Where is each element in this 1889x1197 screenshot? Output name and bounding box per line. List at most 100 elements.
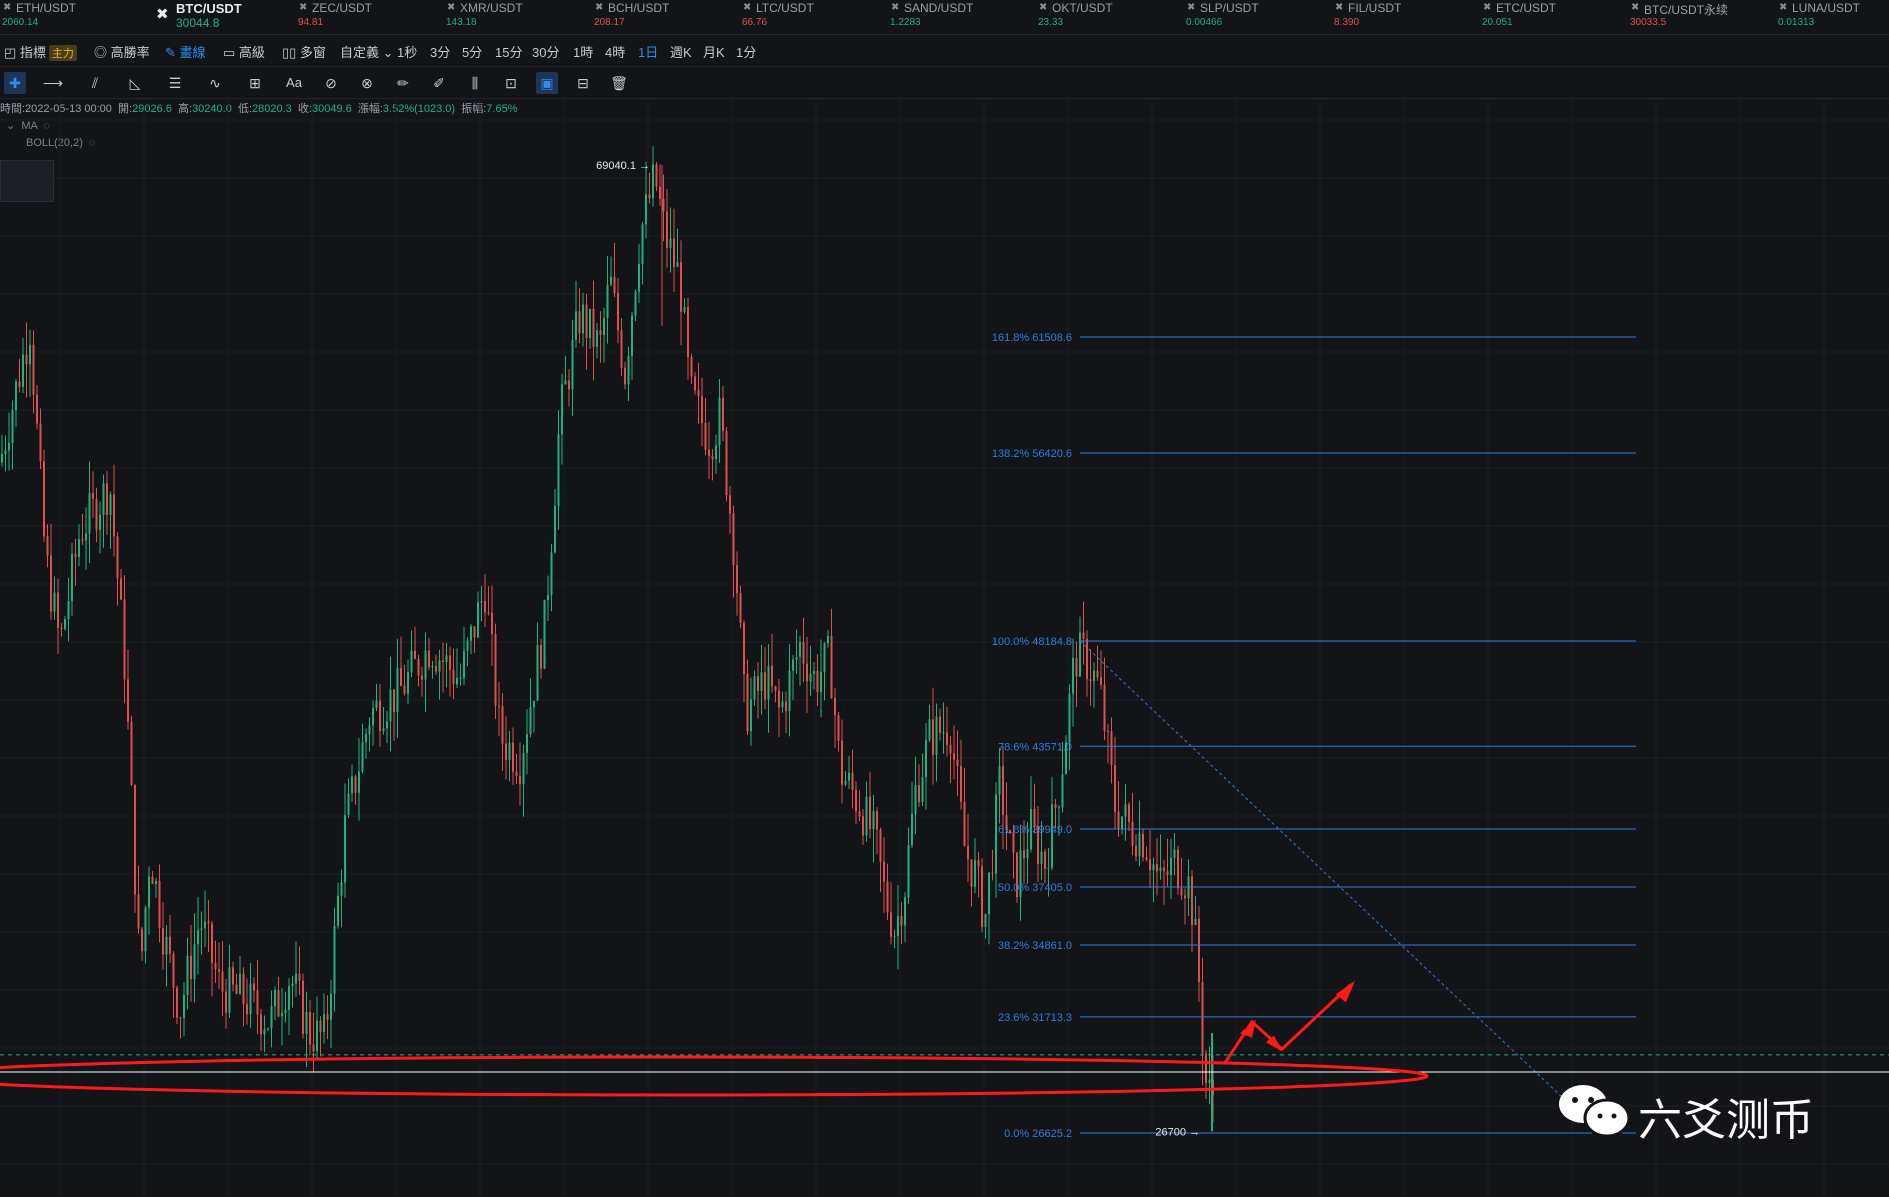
candle-body [491,612,493,634]
candle-body [830,635,833,699]
candle-body [473,626,476,638]
candle-body [382,728,385,732]
candle-body [256,990,259,1015]
candle-body [172,953,175,988]
candle-body [1079,632,1081,677]
price-chart[interactable]: 161.8% 61508.6 138.2% 56420.6 100.0% 48184… [0,100,1889,1197]
candle-body [200,928,203,931]
interval-10[interactable]: 1分 [736,42,756,61]
ticker-item[interactable]: ✖ FIL/USDT 8.390 [1332,0,1480,34]
ticker-item[interactable]: ✖ BTC/USDT永续 30033.5 [1628,0,1776,34]
candle-body [204,921,206,929]
visibility-icon[interactable]: ▣ [536,72,558,94]
win-rate-button[interactable]: ◎ 高勝率 [94,42,150,61]
candle-body [813,671,815,675]
candle-body [928,719,931,740]
settings-icon[interactable]: ⊟ [572,72,594,94]
candle-body [960,765,962,802]
candle-body [932,719,934,755]
crosshair-icon[interactable]: ✚ [4,72,26,94]
interval-5[interactable]: 1時 [573,42,593,61]
interval-3[interactable]: 15分 [495,42,522,61]
candle-body [662,199,665,212]
trend-line-icon[interactable]: ⫽ [84,72,106,94]
candle-body [991,872,994,874]
interval-1[interactable]: 3分 [430,42,450,61]
ticker-item[interactable]: ✖ LTC/USDT 66.76 [740,0,888,34]
ticker-item[interactable]: ✖ ZEC/USDT 94.81 [296,0,444,34]
candle-body [617,293,619,331]
parallel-lines-icon[interactable]: ☰ [164,72,186,94]
symbol-ticker-bar: ✖ ETH/USDT 2060.14 ✖ BTC/USDT 30044.8 ✖ ZEC/USD… [0,0,1889,35]
candle-body [956,759,959,766]
magnet-icon[interactable]: ⊘ [320,72,342,94]
candle-body [550,552,553,596]
interval-0[interactable]: 1秒 [397,42,417,61]
interval-8[interactable]: 週K [670,42,692,61]
candle-body [193,944,196,980]
candle-body [197,930,199,945]
candle-body [298,973,301,981]
ticker-item[interactable]: ✖ LUNA/USDT 0.01313 [1776,0,1889,34]
candle-body [575,311,577,340]
chart-toolbar: ◰ 指標 主力 ◎ 高勝率 ✎ 畫線 ▭ 高級 ▯▯ 多窗 自定義 ⌄ 1秒 3分 5… [0,36,1889,92]
candle-body [722,398,724,432]
candle-body [498,705,500,707]
candle-body [302,980,304,1034]
candle-body [1110,731,1113,766]
draw-button[interactable]: ✎ 畫線 [165,42,206,61]
candle-body [456,678,458,685]
candle-body [1044,851,1046,869]
candle-body [487,612,490,614]
ticker-item[interactable]: ✖ SAND/USDT 1.2283 [888,0,1036,34]
ticker-item[interactable]: ✖ BCH/USDT 208.17 [592,0,740,34]
candle-body [291,983,294,987]
interval-9[interactable]: 月K [703,42,725,61]
candle-body [29,344,31,365]
indicators-button[interactable]: ◰ 指標 主力 [4,42,77,61]
candle-icon[interactable]: ⫼ [464,72,486,94]
brush-icon[interactable]: ✐ [428,72,450,94]
candle-body [571,339,574,390]
ticker-item[interactable]: ✖ XMR/USDT 143.18 [444,0,592,34]
ticker-item[interactable]: ✖ BTC/USDT 30044.8 [148,0,296,34]
custom-interval-dropdown[interactable]: 自定義 ⌄ [340,42,394,61]
candle-body [207,921,210,924]
candle-body [767,665,770,700]
ticker-item[interactable]: ✖ OKT/USDT 23.33 [1036,0,1184,34]
candle-body [239,973,241,994]
interval-4[interactable]: 30分 [532,42,559,61]
angle-icon[interactable]: ◺ [124,72,146,94]
lock-drawing-icon[interactable]: ⊗ [356,72,378,94]
candle-body [1156,864,1158,872]
candle-body [123,599,126,680]
lock-icon[interactable]: ⊡ [500,72,522,94]
candle-body [512,742,514,772]
candle-body [246,1003,248,1015]
horizontal-line-icon[interactable]: ⟶ [42,72,64,94]
candle-body [1145,857,1148,860]
candle-body [340,882,343,896]
trash-icon[interactable]: 🗑 [608,72,630,94]
advanced-button[interactable]: ▭ 高級 [223,42,265,61]
measure-icon[interactable]: ⊞ [244,72,266,94]
interval-7[interactable]: 1日 [638,42,658,61]
ticker-item[interactable]: ✖ ETC/USDT 20.051 [1480,0,1628,34]
wave-icon[interactable]: ∿ [204,72,226,94]
pencil-icon[interactable]: ✏ [392,72,414,94]
multi-window-button[interactable]: ▯▯ 多窗 [282,42,326,61]
wechat-icon [1559,1085,1631,1138]
text-icon[interactable]: Aa [283,72,305,94]
candle-body [739,593,742,624]
candle-body [778,690,780,708]
ticker-item[interactable]: ✖ SLP/USDT 0.00466 [1184,0,1332,34]
interval-2[interactable]: 5分 [462,42,482,61]
candle-body [613,276,616,294]
ticker-item[interactable]: ✖ ETH/USDT 2060.14 [0,0,148,34]
candle-body [274,990,276,1007]
candle-body [711,455,714,460]
candle-body [872,811,875,830]
candle-body [645,194,647,225]
candle-body [687,307,689,358]
interval-6[interactable]: 4時 [605,42,625,61]
